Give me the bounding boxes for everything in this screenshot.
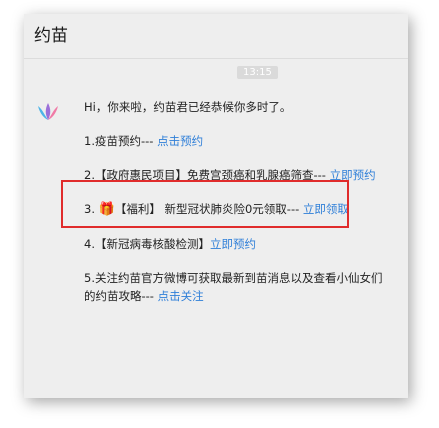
book-vaccine-link[interactable]: 点击预约	[157, 134, 203, 148]
book-test-link[interactable]: 立即预约	[210, 237, 256, 251]
chat-title: 约苗	[24, 14, 408, 59]
chat-window: 约苗 13:15 Hi，你来啦，约苗君已经恭候你多时了。 1.疫苗预约--- 点…	[24, 14, 408, 398]
menu-item-text: 4.【新冠病毒核酸检测】	[84, 237, 210, 251]
greeting-text: Hi，你来啦，约苗君已经恭候你多时了。	[84, 100, 292, 114]
menu-item-weibo: 5.关注约苗官方微博可获取最新到苗消息以及查看小仙女们的约苗攻略--- 点击关注	[84, 269, 384, 305]
message-timestamp: 13:15	[237, 66, 278, 79]
follow-weibo-link[interactable]: 点击关注	[158, 289, 204, 303]
menu-item-nucleic-test: 4.【新冠病毒核酸检测】立即预约	[84, 235, 384, 253]
bot-avatar-icon	[34, 100, 62, 124]
menu-item-vaccine: 1.疫苗预约--- 点击预约	[84, 132, 384, 150]
highlight-box	[61, 180, 349, 228]
menu-item-text: 1.疫苗预约---	[84, 134, 158, 148]
menu-item-text: 5.关注约苗官方微博可获取最新到苗消息以及查看小仙女们的约苗攻略---	[84, 271, 383, 303]
